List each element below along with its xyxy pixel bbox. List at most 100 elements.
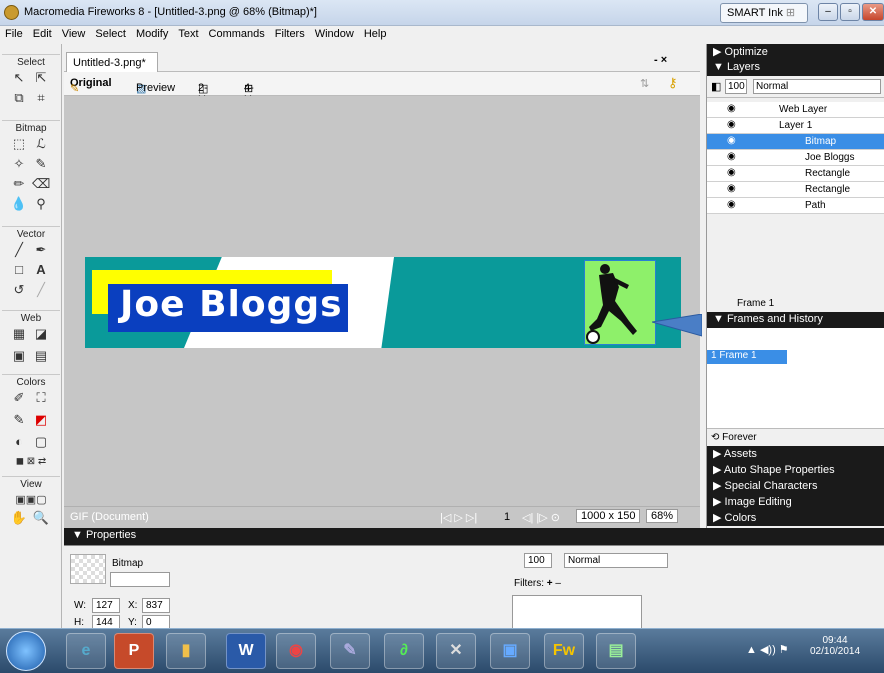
layer-blend-select[interactable]: Normal: [753, 79, 881, 94]
prop-opacity-field[interactable]: 100: [524, 553, 552, 568]
auto-shape-panel-header[interactable]: ▶ Auto Shape Properties: [707, 462, 884, 478]
menu-window[interactable]: Window: [310, 26, 359, 40]
properties-header[interactable]: ▼ Properties: [64, 528, 884, 545]
prop-blend-select[interactable]: Normal: [564, 553, 668, 568]
frame-controls[interactable]: |◁ ▷ ▷|: [440, 511, 477, 524]
rectangle-tool-icon[interactable]: □: [10, 262, 28, 278]
hotspot-tool-icon[interactable]: ▦: [10, 326, 28, 342]
x-field[interactable]: 837: [142, 598, 170, 613]
explorer-taskbar-icon[interactable]: ▮: [166, 633, 206, 669]
document-close[interactable]: - ×: [654, 54, 667, 66]
stroke-swatch-icon[interactable]: ◩: [32, 412, 50, 428]
layer-row[interactable]: ◉ Rectangle: [707, 182, 884, 198]
fireworks-taskbar-icon[interactable]: Fw: [544, 633, 584, 669]
layer-row[interactable]: ◉ Joe Bloggs: [707, 150, 884, 166]
visibility-eye-icon[interactable]: ◉: [727, 183, 741, 195]
layer-row[interactable]: ◉ Layer 1: [707, 118, 884, 134]
magic-wand-icon[interactable]: ✧: [10, 156, 28, 172]
menu-view[interactable]: View: [57, 26, 91, 40]
hand-tool-icon[interactable]: ✋: [10, 510, 28, 526]
frames-history-header[interactable]: ▼ Frames and History: [707, 312, 884, 328]
close-button[interactable]: ✕: [862, 3, 884, 21]
fill-swatch-icon[interactable]: ▢: [32, 434, 50, 450]
show-slices-icon[interactable]: ▤: [32, 348, 50, 364]
menu-file[interactable]: File: [0, 26, 28, 40]
smart-ink-button[interactable]: SMART Ink ⊞: [720, 3, 808, 23]
menu-filters[interactable]: Filters: [270, 26, 310, 40]
notebook-taskbar-icon[interactable]: ✎: [330, 633, 370, 669]
layer-row[interactable]: ◉ Web Layer: [707, 102, 884, 118]
scale-tool-icon[interactable]: ⧉: [10, 90, 28, 106]
assets-panel-header[interactable]: ▶ Assets: [707, 446, 884, 462]
quick-export-icon[interactable]: ⇅: [640, 77, 649, 90]
object-name-field[interactable]: [110, 572, 170, 587]
visibility-eye-icon[interactable]: ◉: [727, 103, 741, 115]
tools-taskbar-icon[interactable]: ✕: [436, 633, 476, 669]
marquee-tool-icon[interactable]: ⬚: [10, 136, 28, 152]
line-tool-icon[interactable]: ╱: [10, 242, 28, 258]
word-taskbar-icon[interactable]: W: [226, 633, 266, 669]
layers-panel-header[interactable]: ▼ Layers: [707, 60, 884, 76]
maximize-button[interactable]: ▫: [840, 3, 860, 21]
banner-name-text[interactable]: Joe Bloggs: [120, 284, 343, 325]
optimize-panel-header[interactable]: ▶ Optimize: [707, 44, 884, 60]
rubber-stamp-icon[interactable]: ⚲: [32, 196, 50, 212]
menu-modify[interactable]: Modify: [131, 26, 173, 40]
add-filter-icon[interactable]: +: [547, 578, 553, 589]
filters-list[interactable]: [512, 595, 642, 629]
blue-app-taskbar-icon[interactable]: ▣: [490, 633, 530, 669]
minimize-button[interactable]: –: [818, 3, 838, 21]
layer-opacity-field[interactable]: 100: [725, 79, 747, 94]
clock[interactable]: 09:44 02/10/2014: [810, 635, 860, 657]
start-button[interactable]: [6, 631, 46, 671]
system-tray-icons[interactable]: ▲ ◀)) ⚑: [746, 643, 789, 656]
frame-row[interactable]: 1 Frame 1: [707, 350, 787, 364]
chrome-taskbar-icon[interactable]: ◉: [276, 633, 316, 669]
image-editing-header[interactable]: ▶ Image Editing: [707, 494, 884, 510]
canvas-area[interactable]: Joe Bloggs: [64, 96, 702, 508]
view-original-tab[interactable]: ✎ Original: [70, 77, 112, 95]
pencil-tool-icon[interactable]: ✏: [10, 176, 28, 192]
menu-commands[interactable]: Commands: [204, 26, 270, 40]
menu-edit[interactable]: Edit: [28, 26, 57, 40]
menu-select[interactable]: Select: [90, 26, 131, 40]
crop-tool-icon[interactable]: ⌗: [32, 90, 50, 106]
visibility-eye-icon[interactable]: ◉: [727, 135, 741, 147]
zoom-select[interactable]: 68%: [646, 509, 679, 523]
layer-row[interactable]: ◉ Path: [707, 198, 884, 214]
visibility-eye-icon[interactable]: ◉: [727, 167, 741, 179]
text-tool-icon[interactable]: A: [32, 262, 50, 278]
menu-text[interactable]: Text: [173, 26, 203, 40]
freeform-tool-icon[interactable]: ↺: [10, 282, 28, 298]
blur-tool-icon[interactable]: 💧: [10, 196, 28, 212]
knife-tool-icon[interactable]: ╱: [32, 282, 50, 298]
visibility-eye-icon[interactable]: ◉: [727, 151, 741, 163]
menu-help[interactable]: Help: [359, 26, 392, 40]
playback-controls[interactable]: ◁| |▷ ⊙: [522, 511, 560, 524]
hide-slices-icon[interactable]: ▣: [10, 348, 28, 364]
colors-panel-header[interactable]: ▶ Colors: [707, 510, 884, 526]
special-characters-header[interactable]: ▶ Special Characters: [707, 478, 884, 494]
subselect-tool-icon[interactable]: ⇱: [32, 70, 50, 86]
pen-tool-icon[interactable]: ✒: [32, 242, 50, 258]
footballer-bitmap[interactable]: [584, 260, 656, 345]
slice-tool-icon[interactable]: ◪: [32, 326, 50, 342]
stroke-color-icon[interactable]: ✎: [10, 412, 28, 428]
paint-bucket-icon[interactable]: ⛶: [32, 390, 50, 406]
screen-mode-icon[interactable]: ▣▣▢: [6, 492, 56, 508]
document-tab[interactable]: Untitled-3.png*: [66, 52, 158, 72]
canvas-size-button[interactable]: 1000 x 150: [576, 509, 641, 523]
layer-row[interactable]: ◉ Bitmap: [707, 134, 884, 150]
zoom-tool-icon[interactable]: 🔍: [32, 510, 50, 526]
visibility-eye-icon[interactable]: ◉: [727, 199, 741, 211]
eyedropper-icon[interactable]: ✐: [10, 390, 28, 406]
lasso-tool-icon[interactable]: ℒ: [32, 136, 50, 152]
powerpoint-taskbar-icon[interactable]: P: [114, 633, 154, 669]
width-field[interactable]: 127: [92, 598, 120, 613]
presentation-taskbar-icon[interactable]: ▤: [596, 633, 636, 669]
swap-colors-icon[interactable]: ◼ ⊠ ⇄: [6, 454, 56, 470]
fill-color-icon[interactable]: ◐: [10, 434, 28, 450]
eraser-tool-icon[interactable]: ⌫: [32, 176, 50, 192]
visibility-eye-icon[interactable]: ◉: [727, 119, 741, 131]
brush-tool-icon[interactable]: ✎: [32, 156, 50, 172]
